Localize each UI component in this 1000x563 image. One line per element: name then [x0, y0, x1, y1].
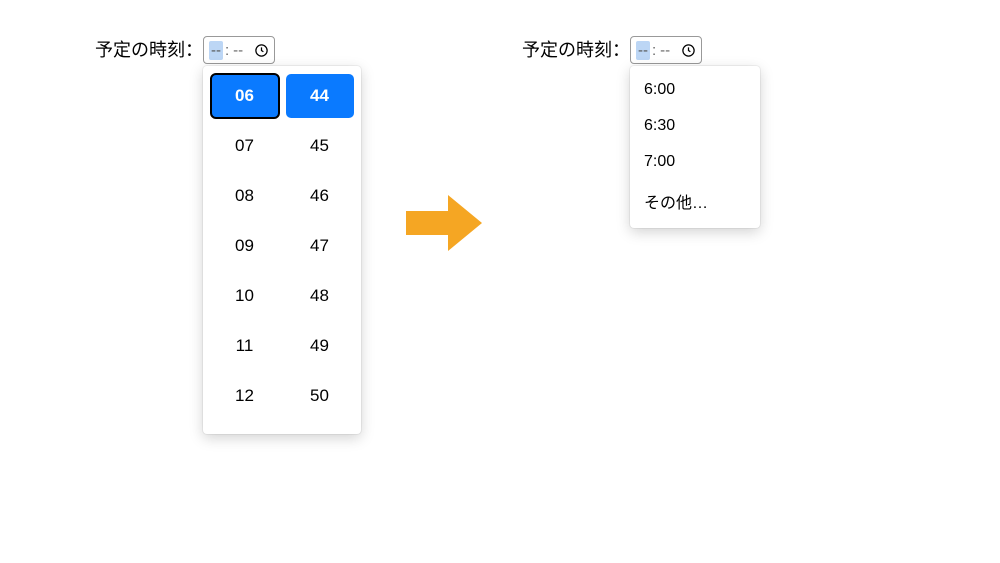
clock-icon[interactable]: [680, 42, 696, 58]
time-input-wrapper: -- : -- 6:00 6:30 7:00 その他…: [630, 36, 760, 228]
time-hour-segment[interactable]: --: [636, 41, 650, 60]
minute-option[interactable]: 44: [286, 74, 354, 118]
time-option[interactable]: 6:30: [630, 108, 760, 144]
hour-column[interactable]: 06 07 08 09 10 11 12: [209, 74, 280, 424]
time-input[interactable]: -- : --: [630, 36, 702, 64]
hour-option[interactable]: 07: [211, 124, 279, 168]
minute-option[interactable]: 45: [286, 124, 354, 168]
time-option[interactable]: 6:00: [630, 72, 760, 108]
minute-column[interactable]: 44 45 46 47 48 49 50: [284, 74, 355, 424]
time-option[interactable]: 7:00: [630, 144, 760, 180]
time-option-other[interactable]: その他…: [630, 180, 760, 222]
time-input[interactable]: -- : --: [203, 36, 275, 64]
time-picker-datalist-example: 予定の時刻： -- : -- 6:00 6:30 7:00 その他…: [522, 36, 760, 228]
time-hour-segment[interactable]: --: [209, 41, 223, 60]
minute-option[interactable]: 49: [286, 324, 354, 368]
hour-option[interactable]: 09: [211, 224, 279, 268]
time-input-wrapper: -- : -- 06 07 08 09 10 11 12 44: [203, 36, 361, 434]
minute-option[interactable]: 47: [286, 224, 354, 268]
hour-option[interactable]: 10: [211, 274, 279, 318]
time-picker-spinner-example: 予定の時刻： -- : -- 06 07 08 09 10 11 12: [95, 36, 361, 434]
hour-option[interactable]: 12: [211, 374, 279, 418]
minute-option[interactable]: 46: [286, 174, 354, 218]
time-minute-segment[interactable]: --: [231, 41, 245, 60]
time-spinner-dropdown: 06 07 08 09 10 11 12 44 45 46 47 48 49 5…: [203, 66, 361, 434]
time-colon: :: [652, 42, 656, 59]
minute-option[interactable]: 48: [286, 274, 354, 318]
arrow-icon: [406, 195, 482, 251]
hour-option[interactable]: 08: [211, 174, 279, 218]
time-datalist-dropdown: 6:00 6:30 7:00 その他…: [630, 66, 760, 228]
time-minute-segment[interactable]: --: [658, 41, 672, 60]
time-colon: :: [225, 42, 229, 59]
hour-option[interactable]: 11: [211, 324, 279, 368]
minute-option[interactable]: 50: [286, 374, 354, 418]
time-label: 予定の時刻：: [95, 36, 203, 64]
clock-icon[interactable]: [253, 42, 269, 58]
time-label: 予定の時刻：: [522, 36, 630, 64]
hour-option[interactable]: 06: [211, 74, 279, 118]
